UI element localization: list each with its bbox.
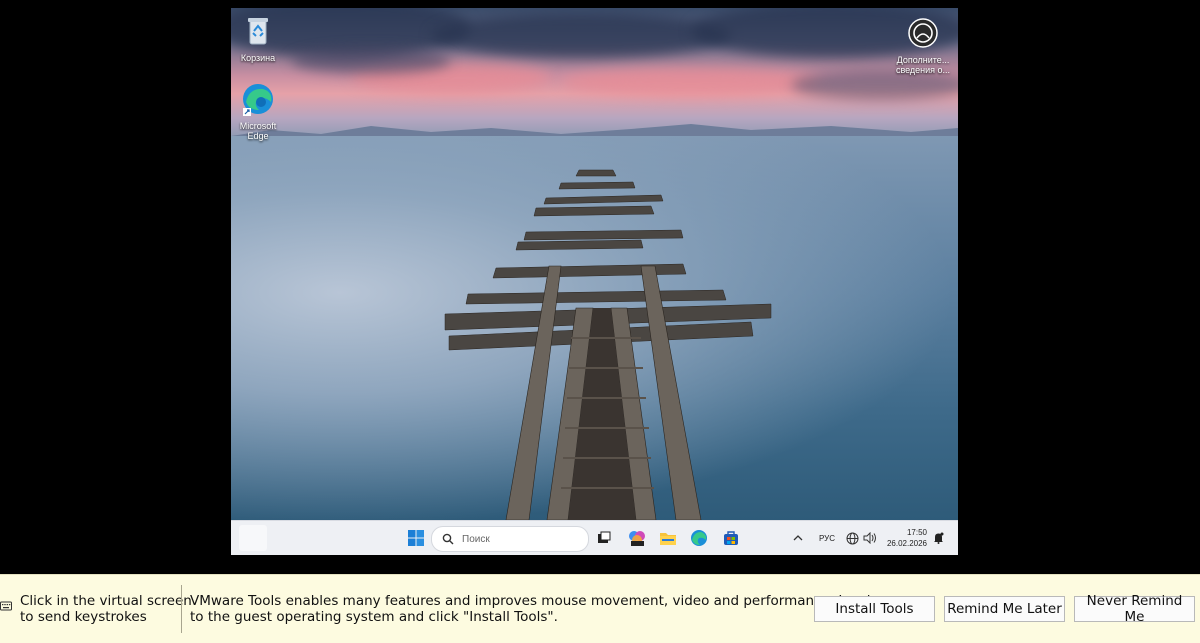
search-placeholder: Поиск — [462, 533, 490, 545]
vmware-tools-message: VMware Tools enables many features and i… — [190, 593, 880, 625]
bell-icon — [933, 532, 943, 544]
keyboard-hint-line1: Click in the virtual screen — [20, 593, 192, 609]
widgets-button[interactable] — [239, 525, 267, 551]
task-view-button[interactable] — [594, 527, 614, 549]
keyboard-hint: Click in the virtual screen to send keys… — [20, 593, 192, 625]
never-remind-me-button[interactable]: Never Remind Me — [1074, 593, 1195, 625]
recycle-bin-icon — [248, 18, 268, 45]
desktop-icon-label-line1: Дополните... — [896, 55, 950, 65]
divider — [181, 585, 182, 633]
desktop-icon-microsoft-edge[interactable]: Microsoft Edge — [231, 82, 288, 141]
task-view-icon — [598, 531, 611, 543]
remind-me-later-button[interactable]: Remind Me Later — [944, 596, 1065, 622]
notifications-button[interactable] — [930, 527, 946, 549]
wallpaper-pier — [444, 169, 772, 521]
language-label: РУС — [818, 533, 836, 543]
virtual-machine-screen[interactable]: Корзина Microsoft Edge Дополните... свед… — [231, 8, 958, 555]
network-icon — [846, 532, 858, 544]
store-icon — [724, 531, 738, 545]
copilot-icon — [629, 531, 645, 546]
keyboard-hint-line2: to send keystrokes — [20, 609, 147, 625]
install-tools-button[interactable]: Install Tools — [814, 596, 935, 622]
file-explorer-icon — [660, 533, 676, 545]
desktop-icon-label-line2: сведения о... — [895, 65, 951, 75]
message-line1: VMware Tools enables many features and i… — [190, 593, 880, 609]
network-volume-button[interactable] — [844, 527, 878, 549]
help-circle-icon — [908, 18, 938, 48]
vmware-tools-notification-bar: Click in the virtual screen to send keys… — [0, 574, 1200, 643]
desktop-icon-label-line1: Microsoft — [239, 121, 277, 131]
edge-icon — [691, 530, 707, 546]
store-button[interactable] — [720, 527, 742, 549]
clock-time: 17:50 — [906, 528, 927, 537]
desktop-icon-label-line2: Edge — [247, 131, 269, 141]
message-line2: to the guest operating system and click … — [190, 609, 558, 625]
taskbar-search-input[interactable]: Поиск — [431, 526, 589, 552]
start-icon — [408, 530, 424, 546]
edge-taskbar-button[interactable] — [688, 527, 710, 549]
clock[interactable]: 17:50 26.02.2026 — [883, 527, 927, 549]
search-icon — [442, 533, 454, 545]
chevron-up-icon — [793, 535, 803, 541]
taskbar: Поиск РУС 17:50 26.02.2026 — [231, 520, 958, 555]
language-indicator[interactable]: РУС — [815, 527, 839, 549]
keyboard-icon — [0, 601, 12, 611]
clock-date: 26.02.2026 — [886, 539, 927, 548]
desktop-icon-get-help[interactable]: Дополните... сведения о... — [893, 16, 953, 75]
copilot-button[interactable] — [626, 527, 648, 549]
file-explorer-button[interactable] — [657, 527, 679, 549]
edge-icon — [243, 84, 273, 116]
show-hidden-icons-button[interactable] — [791, 527, 805, 549]
start-button[interactable] — [406, 527, 426, 549]
volume-icon — [863, 532, 876, 544]
desktop-icon-recycle-bin[interactable]: Корзина — [231, 14, 288, 63]
desktop-icon-label: Корзина — [240, 53, 276, 63]
